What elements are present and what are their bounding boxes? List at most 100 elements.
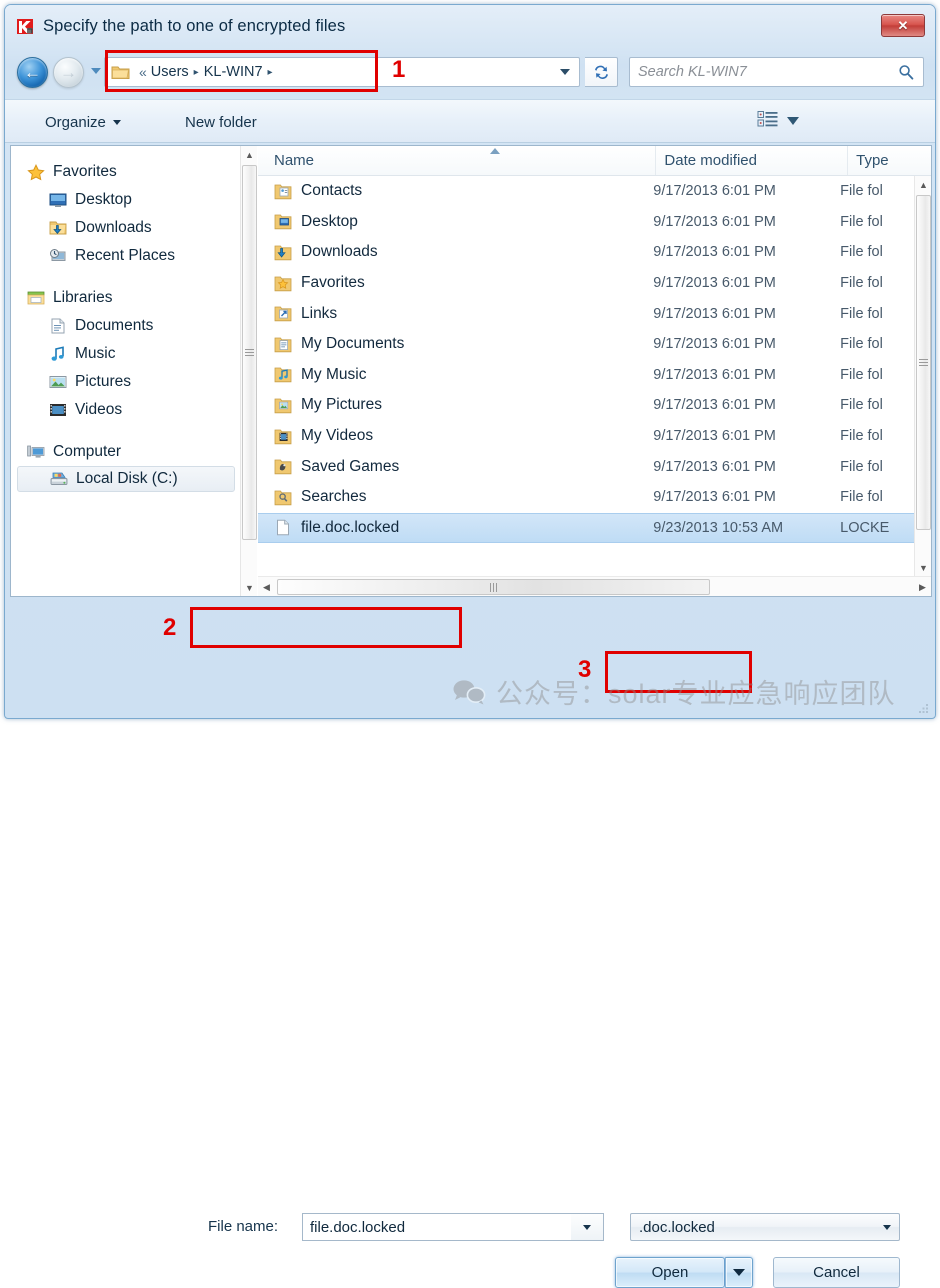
table-row[interactable]: Downloads 9/17/2013 6:01 PM File fol — [258, 237, 914, 268]
organize-button[interactable]: Organize — [37, 109, 129, 135]
list-view-icon — [757, 110, 779, 128]
file-type: File fol — [832, 397, 914, 413]
scroll-left-button[interactable]: ◀ — [258, 577, 275, 597]
table-row-selected[interactable]: file.doc.locked 9/23/2013 10:53 AM LOCKE — [258, 513, 914, 544]
column-header-date-modified[interactable]: Date modified — [655, 146, 847, 175]
file-list-horizontal-scrollbar[interactable]: ◀ ▶ — [258, 576, 931, 596]
pictures-icon — [49, 374, 67, 390]
folder-contacts-icon — [274, 183, 292, 200]
close-button[interactable]: ✕ — [881, 14, 925, 37]
breadcrumb-separator-icon[interactable]: ▸ — [194, 67, 199, 78]
organize-label: Organize — [45, 114, 106, 131]
sidebar-item-recent-places[interactable]: Recent Places — [11, 242, 239, 270]
music-icon — [49, 346, 67, 362]
view-mode-chevron-icon[interactable] — [787, 117, 799, 125]
table-row[interactable]: Links 9/17/2013 6:01 PM File fol — [258, 298, 914, 329]
table-row[interactable]: My Documents 9/17/2013 6:01 PM File fol — [258, 329, 914, 360]
sidebar-item-local-disk-c[interactable]: Local Disk (C:) — [17, 466, 235, 492]
videos-icon — [49, 402, 67, 418]
file-date: 9/23/2013 10:53 AM — [645, 520, 832, 536]
sidebar-item-music[interactable]: Music — [11, 340, 239, 368]
navigation-pane-scrollbar[interactable]: ▲ ▼ — [240, 146, 257, 596]
breadcrumb-dropdown-button[interactable] — [552, 59, 578, 85]
breadcrumb-item-users[interactable]: Users — [151, 64, 189, 80]
file-name-cell: My Videos — [258, 427, 645, 445]
scroll-down-button[interactable]: ▼ — [915, 559, 932, 576]
dialog-footer: File name: file.doc.locked .doc.locked O… — [5, 601, 935, 718]
search-input[interactable]: Search KL-WIN7 — [629, 57, 924, 87]
resize-grip[interactable] — [917, 702, 930, 715]
caret-up-icon: ▲ — [919, 180, 928, 190]
folder-games-icon — [274, 458, 292, 475]
caret-right-icon: ▶ — [919, 582, 926, 593]
caret-up-icon: ▲ — [245, 150, 254, 160]
scrollbar-thumb[interactable] — [916, 195, 931, 530]
downloads-icon — [49, 220, 67, 236]
sidebar-item-computer[interactable]: Computer — [11, 438, 239, 466]
file-name-cell: Favorites — [258, 274, 645, 292]
title-bar: Specify the path to one of encrypted fil… — [5, 5, 935, 47]
file-date: 9/17/2013 6:01 PM — [645, 183, 832, 199]
breadcrumb-overflow-icon[interactable]: « — [139, 64, 147, 80]
sidebar-label: Computer — [53, 443, 121, 461]
sidebar-item-libraries[interactable]: Libraries — [11, 284, 239, 312]
window-title: Specify the path to one of encrypted fil… — [43, 17, 345, 36]
file-name-dropdown-button[interactable] — [571, 1213, 604, 1241]
new-folder-label: New folder — [185, 114, 257, 131]
search-icon — [897, 64, 915, 80]
file-date: 9/17/2013 6:01 PM — [645, 397, 832, 413]
chevron-down-icon — [560, 69, 570, 75]
file-name-input[interactable]: file.doc.locked — [302, 1213, 604, 1241]
cancel-button[interactable]: Cancel — [773, 1257, 900, 1288]
scroll-right-button[interactable]: ▶ — [914, 577, 931, 597]
scrollbar-thumb[interactable] — [277, 579, 710, 595]
documents-icon — [49, 318, 67, 334]
column-header-row: Name Date modified Type — [258, 146, 931, 176]
file-date: 9/17/2013 6:01 PM — [645, 367, 832, 383]
table-row[interactable]: Saved Games 9/17/2013 6:01 PM File fol — [258, 451, 914, 482]
sidebar-item-documents[interactable]: Documents — [11, 312, 239, 340]
open-dropdown-button[interactable] — [725, 1257, 753, 1288]
table-row[interactable]: Searches 9/17/2013 6:01 PM File fol — [258, 482, 914, 513]
scrollbar-thumb[interactable] — [242, 165, 257, 540]
table-row[interactable]: Contacts 9/17/2013 6:01 PM File fol — [258, 176, 914, 207]
sidebar-label: Libraries — [53, 289, 112, 307]
file-name-cell: file.doc.locked — [258, 519, 645, 537]
sidebar-item-downloads[interactable]: Downloads — [11, 214, 239, 242]
address-history-chevron-icon[interactable] — [91, 68, 101, 74]
breadcrumb-item-klwin7[interactable]: KL-WIN7 — [204, 64, 263, 80]
breadcrumb-separator-icon[interactable]: ▸ — [268, 67, 273, 78]
file-list-vertical-scrollbar[interactable]: ▲ ▼ — [914, 176, 931, 576]
folder-favorites-icon — [274, 275, 292, 292]
sidebar-item-desktop[interactable]: Desktop — [11, 186, 239, 214]
file-type: File fol — [832, 244, 914, 260]
navigation-list: Favorites Desktop — [11, 146, 239, 492]
view-mode-button[interactable] — [757, 110, 779, 128]
sidebar-item-pictures[interactable]: Pictures — [11, 368, 239, 396]
file-type-filter-dropdown[interactable]: .doc.locked — [630, 1213, 900, 1241]
open-button[interactable]: Open — [615, 1257, 725, 1288]
scroll-down-button[interactable]: ▼ — [241, 579, 258, 596]
chevron-down-icon — [733, 1269, 745, 1276]
sidebar-item-favorites[interactable]: Favorites — [11, 158, 239, 186]
scroll-up-button[interactable]: ▲ — [241, 146, 258, 163]
sidebar-label: Downloads — [75, 219, 152, 237]
table-row[interactable]: My Pictures 9/17/2013 6:01 PM File fol — [258, 390, 914, 421]
table-row[interactable]: Desktop 9/17/2013 6:01 PM File fol — [258, 207, 914, 238]
breadcrumb[interactable]: « Users ▸ KL-WIN7 ▸ — [104, 57, 580, 87]
table-row[interactable]: My Videos 9/17/2013 6:01 PM File fol — [258, 421, 914, 452]
table-row[interactable]: My Music 9/17/2013 6:01 PM File fol — [258, 360, 914, 391]
sidebar-label: Desktop — [75, 191, 132, 209]
column-header-type[interactable]: Type — [847, 146, 931, 175]
column-header-name[interactable]: Name — [258, 146, 655, 175]
sidebar-item-videos[interactable]: Videos — [11, 396, 239, 424]
star-icon — [27, 164, 45, 180]
back-button[interactable]: ← — [17, 57, 48, 88]
forward-button[interactable]: → — [53, 57, 84, 88]
refresh-button[interactable] — [585, 57, 618, 87]
scrollbar-grip — [490, 583, 497, 592]
table-row[interactable]: Favorites 9/17/2013 6:01 PM File fol — [258, 268, 914, 299]
scroll-up-button[interactable]: ▲ — [915, 176, 932, 193]
file-name: My Videos — [301, 427, 373, 445]
new-folder-button[interactable]: New folder — [177, 109, 265, 135]
